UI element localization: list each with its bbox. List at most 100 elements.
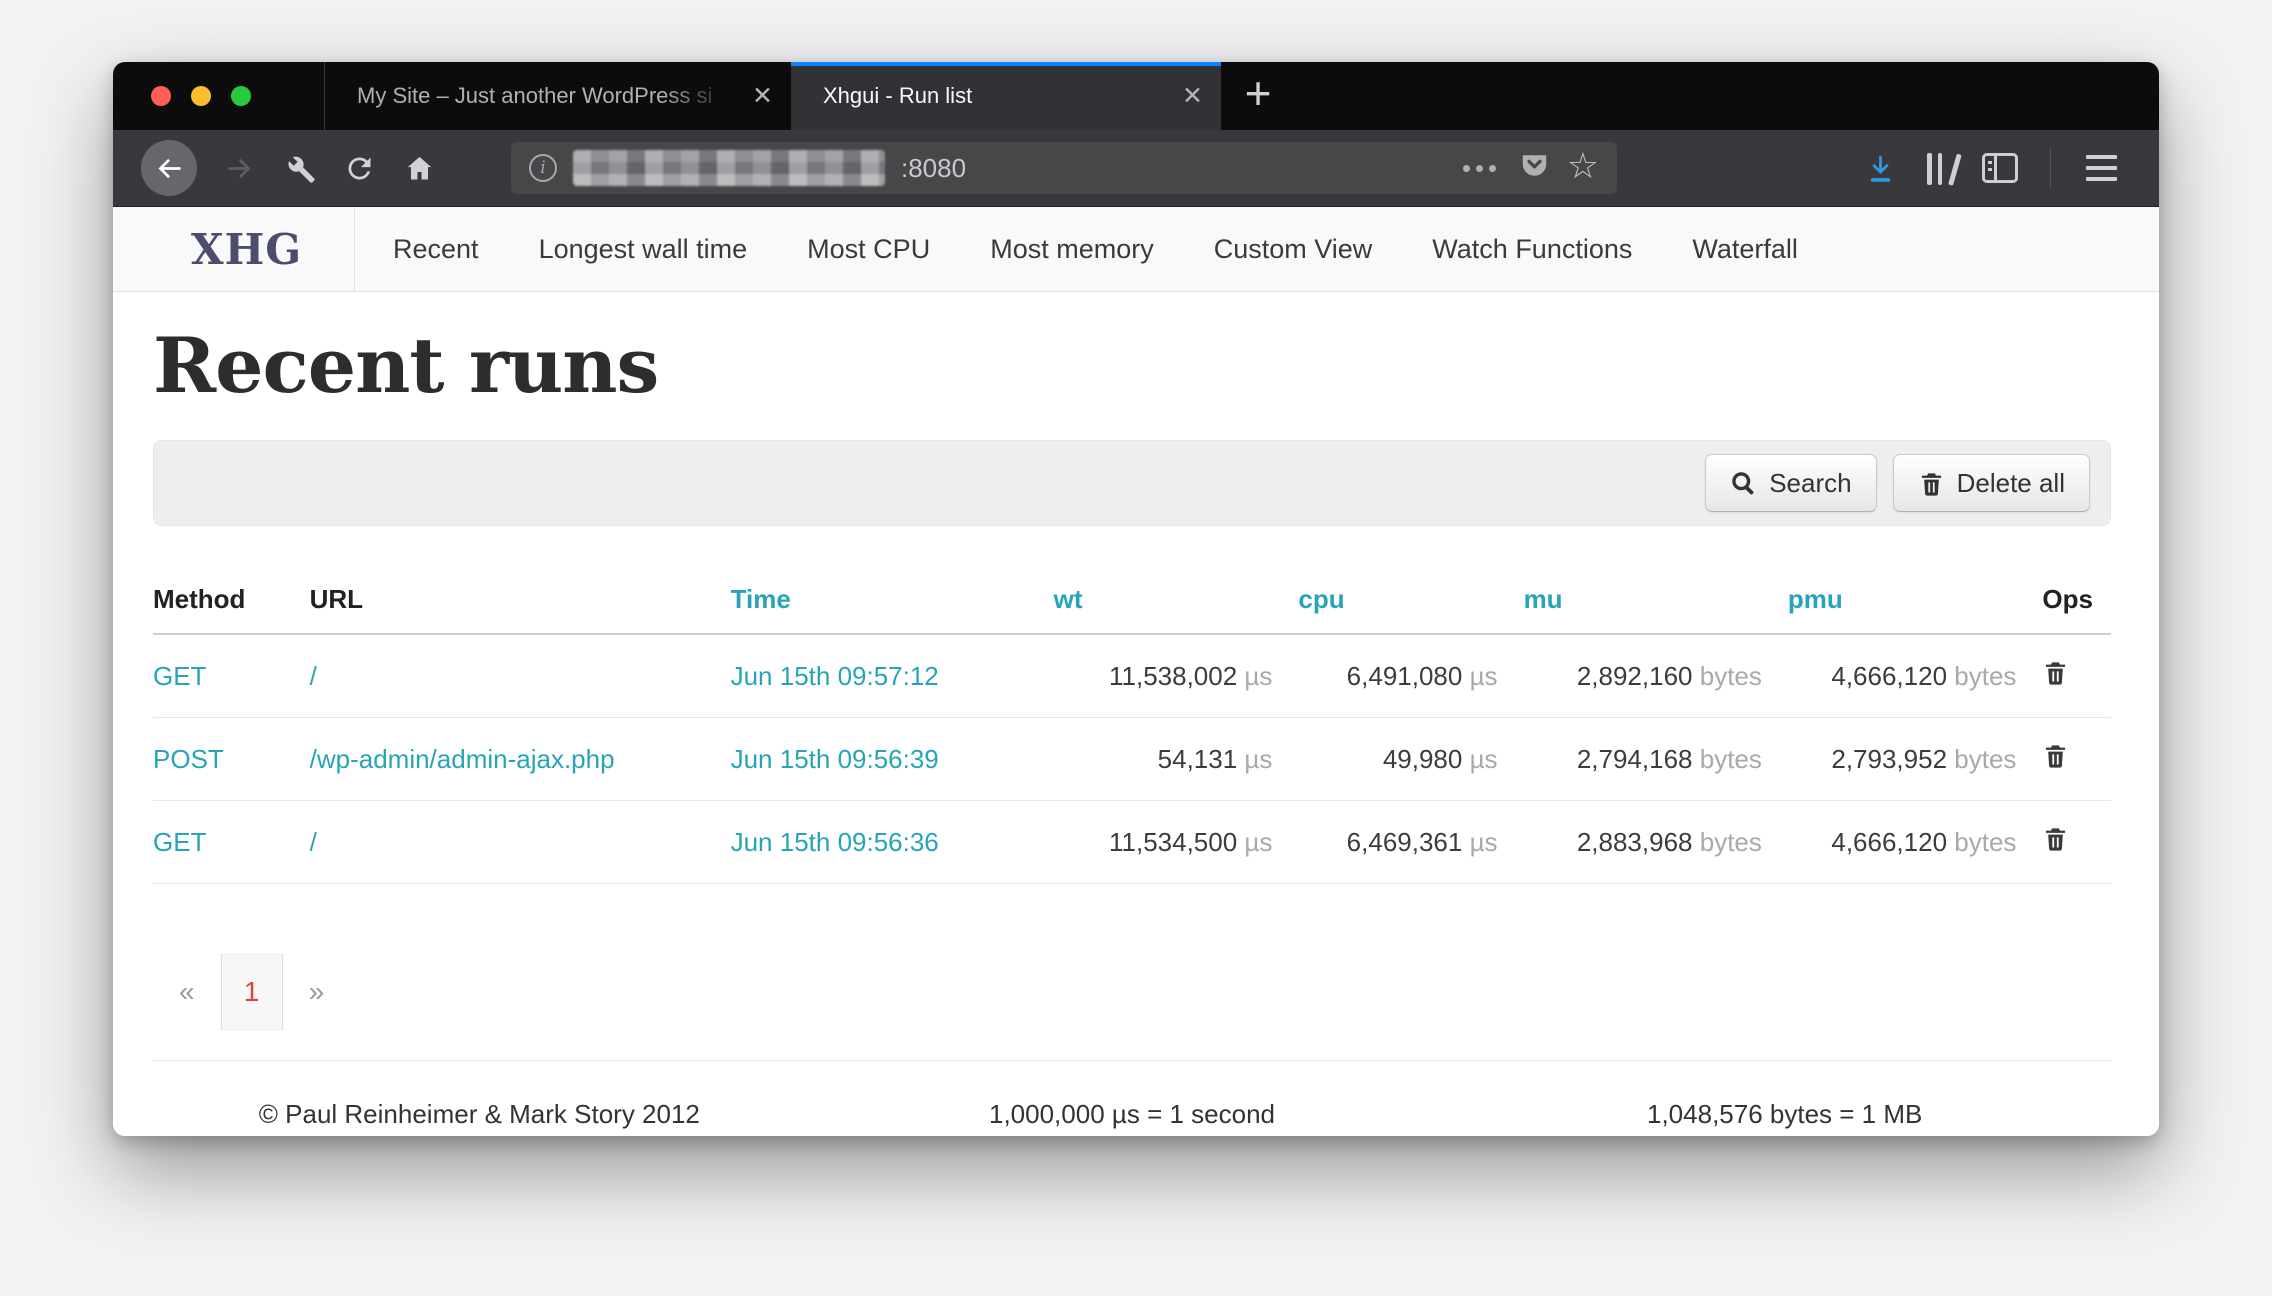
tab-bar: My Site – Just another WordPress si ✕ Xh… bbox=[113, 62, 2159, 130]
footer-copyright: © Paul Reinheimer & Mark Story 2012 bbox=[153, 1099, 806, 1130]
bookmark-star-button[interactable]: ☆ bbox=[1567, 148, 1599, 188]
close-tab-icon[interactable]: ✕ bbox=[752, 81, 773, 111]
wt-unit: µs bbox=[1244, 661, 1272, 691]
tab-xhgui-run-list[interactable]: Xhgui - Run list ✕ bbox=[791, 62, 1221, 130]
reload-icon bbox=[343, 152, 376, 185]
sort-cpu-link[interactable]: cpu bbox=[1298, 584, 1344, 614]
delete-run-button[interactable] bbox=[2042, 658, 2069, 690]
search-button[interactable]: Search bbox=[1705, 454, 1876, 512]
run-url-link[interactable]: / bbox=[310, 827, 317, 857]
col-header-ops: Ops bbox=[2042, 568, 2111, 634]
run-method-link[interactable]: GET bbox=[153, 661, 206, 691]
pagination-next[interactable]: » bbox=[283, 976, 351, 1008]
home-button[interactable] bbox=[389, 139, 449, 197]
page-footer: © Paul Reinheimer & Mark Story 2012 1,00… bbox=[153, 1060, 2111, 1130]
col-header-mu: mu bbox=[1524, 568, 1788, 634]
nav-item-longest-wall-time[interactable]: Longest wall time bbox=[509, 234, 778, 265]
sidebar-icon bbox=[1982, 153, 2018, 183]
logo-container: XHG bbox=[113, 207, 355, 291]
run-time-link[interactable]: Jun 15th 09:56:39 bbox=[731, 744, 939, 774]
menu-button[interactable] bbox=[2071, 139, 2131, 197]
pocket-icon[interactable] bbox=[1518, 149, 1551, 187]
pmu-value: 4,666,120 bytes bbox=[1788, 801, 2043, 884]
nav-item-recent[interactable]: Recent bbox=[363, 234, 509, 265]
page-tools-button[interactable] bbox=[269, 139, 329, 197]
pagination-page-1[interactable]: 1 bbox=[221, 954, 283, 1030]
page-actions-button[interactable] bbox=[1457, 165, 1502, 172]
col-header-url: URL bbox=[310, 568, 731, 634]
col-header-time: Time bbox=[731, 568, 1054, 634]
col-header-pmu: pmu bbox=[1788, 568, 2043, 634]
sort-wt-link[interactable]: wt bbox=[1054, 584, 1083, 614]
wt-unit: µs bbox=[1244, 827, 1272, 857]
forward-icon bbox=[223, 152, 256, 185]
page-title: Recent runs bbox=[153, 328, 2111, 404]
nav-item-most-cpu[interactable]: Most CPU bbox=[777, 234, 960, 265]
nav-item-watch-functions[interactable]: Watch Functions bbox=[1402, 234, 1662, 265]
zoom-window-button[interactable] bbox=[231, 86, 251, 106]
footer-us-note: 1,000,000 µs = 1 second bbox=[806, 1099, 1459, 1130]
tab-title: Xhgui - Run list bbox=[823, 83, 1168, 109]
actions-bar: Search Delete all bbox=[153, 440, 2111, 526]
redacted-url bbox=[573, 150, 885, 186]
address-bar[interactable]: i :8080 ☆ bbox=[511, 142, 1617, 194]
cpu-unit: µs bbox=[1470, 744, 1498, 774]
cpu-unit: µs bbox=[1470, 661, 1498, 691]
new-tab-button[interactable]: + bbox=[1221, 62, 1295, 130]
close-tab-icon[interactable]: ✕ bbox=[1182, 81, 1203, 111]
sort-time-link[interactable]: Time bbox=[731, 584, 791, 614]
run-url-link[interactable]: /wp-admin/admin-ajax.php bbox=[310, 744, 615, 774]
main-nav: Recent Longest wall time Most CPU Most m… bbox=[355, 207, 1828, 291]
wt-unit: µs bbox=[1244, 744, 1272, 774]
trash-icon bbox=[1918, 470, 1945, 497]
library-button[interactable] bbox=[1910, 139, 1970, 197]
mu-unit: bytes bbox=[1700, 661, 1762, 691]
mu-value: 2,892,160 bytes bbox=[1524, 634, 1788, 718]
search-button-label: Search bbox=[1769, 468, 1851, 499]
wt-value: 11,538,002 µs bbox=[1054, 634, 1299, 718]
downloads-button[interactable] bbox=[1850, 139, 1910, 197]
close-window-button[interactable] bbox=[151, 86, 171, 106]
trash-icon bbox=[2042, 741, 2069, 770]
runs-table: Method URL Time wt cpu mu pmu Ops GET / bbox=[153, 568, 2111, 884]
trash-icon bbox=[2042, 824, 2069, 853]
run-method-link[interactable]: GET bbox=[153, 827, 206, 857]
delete-all-button[interactable]: Delete all bbox=[1893, 454, 2090, 512]
site-info-icon[interactable]: i bbox=[529, 154, 557, 182]
xhgui-logo[interactable]: XHG bbox=[191, 225, 302, 274]
tab-my-site[interactable]: My Site – Just another WordPress si ✕ bbox=[325, 62, 791, 130]
minimize-window-button[interactable] bbox=[191, 86, 211, 106]
forward-button[interactable] bbox=[209, 139, 269, 197]
mu-unit: bytes bbox=[1700, 744, 1762, 774]
cpu-value: 49,980 µs bbox=[1298, 718, 1523, 801]
sidebar-button[interactable] bbox=[1970, 139, 2030, 197]
mu-unit: bytes bbox=[1700, 827, 1762, 857]
wt-value: 11,534,500 µs bbox=[1054, 801, 1299, 884]
run-time-link[interactable]: Jun 15th 09:56:36 bbox=[731, 827, 939, 857]
run-time-link[interactable]: Jun 15th 09:57:12 bbox=[731, 661, 939, 691]
delete-all-button-label: Delete all bbox=[1957, 468, 2065, 499]
cpu-value: 6,491,080 µs bbox=[1298, 634, 1523, 718]
reload-button[interactable] bbox=[329, 139, 389, 197]
nav-item-most-memory[interactable]: Most memory bbox=[960, 234, 1184, 265]
run-method-link[interactable]: POST bbox=[153, 744, 224, 774]
hamburger-icon bbox=[2086, 155, 2117, 181]
sort-mu-link[interactable]: mu bbox=[1524, 584, 1563, 614]
browser-toolbar: i :8080 ☆ bbox=[113, 130, 2159, 207]
col-header-wt: wt bbox=[1054, 568, 1299, 634]
pagination: « 1 » bbox=[153, 954, 2111, 1030]
nav-item-waterfall[interactable]: Waterfall bbox=[1662, 234, 1828, 265]
library-icon bbox=[1927, 151, 1953, 185]
home-icon bbox=[403, 152, 436, 185]
nav-item-custom-view[interactable]: Custom View bbox=[1184, 234, 1403, 265]
delete-run-button[interactable] bbox=[2042, 741, 2069, 773]
run-url-link[interactable]: / bbox=[310, 661, 317, 691]
footer-bytes-note: 1,048,576 bytes = 1 MB bbox=[1458, 1099, 2111, 1130]
delete-run-button[interactable] bbox=[2042, 824, 2069, 856]
cpu-unit: µs bbox=[1470, 827, 1498, 857]
pmu-unit: bytes bbox=[1954, 744, 2016, 774]
sort-pmu-link[interactable]: pmu bbox=[1788, 584, 1843, 614]
pagination-prev[interactable]: « bbox=[153, 976, 221, 1008]
desktop-background: My Site – Just another WordPress si ✕ Xh… bbox=[0, 0, 2272, 1296]
back-button[interactable] bbox=[141, 140, 197, 196]
